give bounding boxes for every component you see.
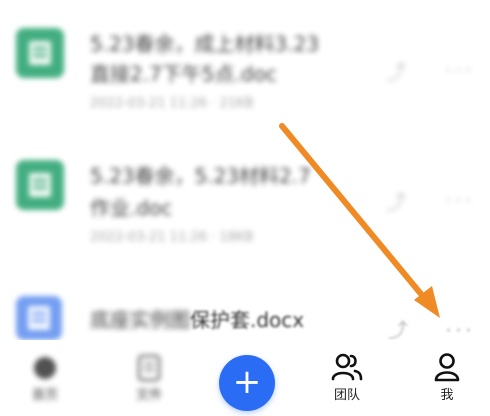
profile-icon [434,353,460,382]
nav-label-home: 首页 [31,388,58,403]
nav-item-team[interactable]: 团队 [312,352,382,403]
files-icon [137,354,161,382]
nav-item-home[interactable]: 首页 [10,354,80,403]
bottom-nav-bar: 首页 文件 + 团队 我 [0,340,490,416]
nav-label-me: 我 [440,388,454,403]
nav-label-team: 团队 [333,388,360,403]
team-icon [331,353,363,381]
home-icon [34,357,56,379]
nav-item-files[interactable]: 文件 [114,354,184,403]
nav-label-files: 文件 [135,388,162,403]
add-button[interactable]: + [219,355,275,411]
nav-item-me[interactable]: 我 [412,352,482,403]
